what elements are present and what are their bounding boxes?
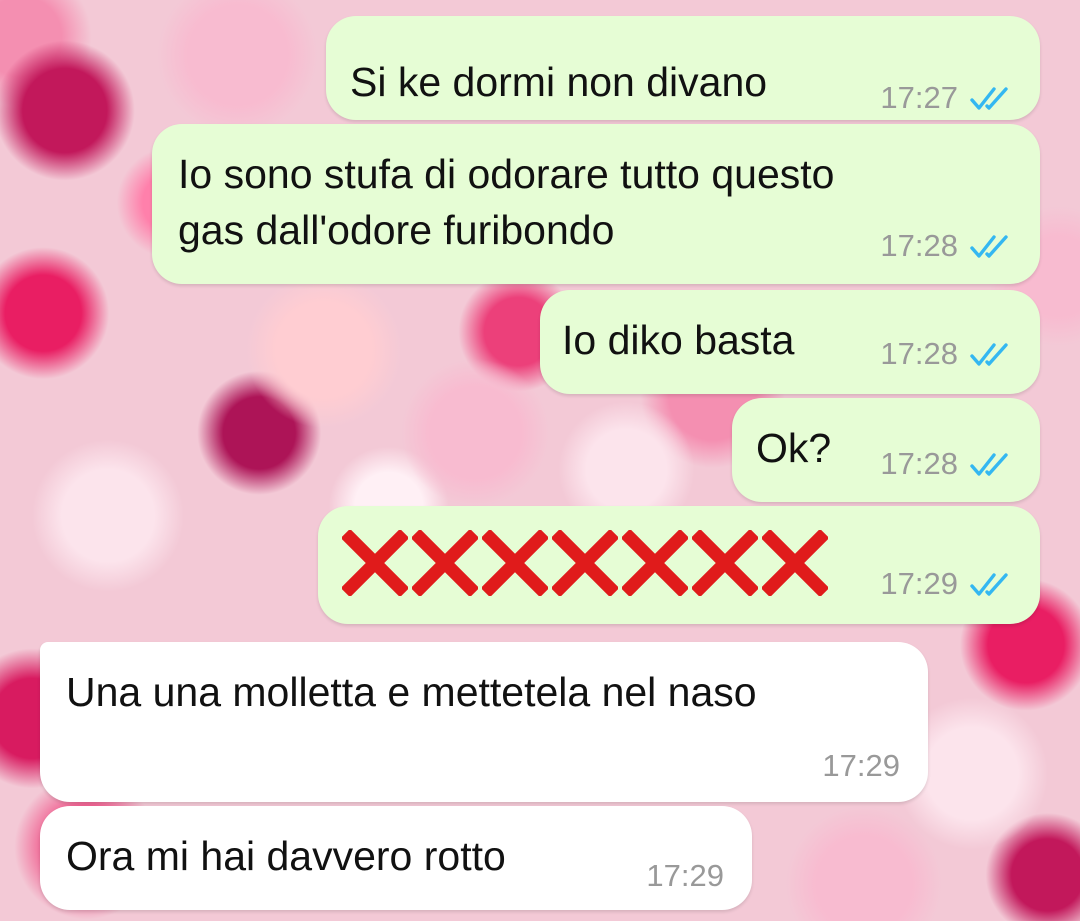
message-bubble[interactable]: Io diko basta 17:28: [540, 290, 1040, 394]
message-bubble[interactable]: Una una molletta e mettetela nel naso 17…: [40, 642, 928, 802]
message-time: 17:28: [880, 446, 958, 481]
message-text: Si ke dormi non divano: [350, 59, 768, 105]
red-x-icon: [552, 530, 618, 596]
message-time: 17:29: [880, 566, 958, 601]
red-x-icon: [692, 530, 758, 596]
message-text: Una una molletta e mettetela nel naso: [66, 669, 757, 715]
message-meta: 17:29: [646, 858, 724, 894]
message-meta: 17:29: [822, 748, 900, 784]
double-check-icon: [970, 235, 1008, 258]
double-check-icon: [970, 87, 1008, 110]
red-x-icon: [762, 530, 828, 596]
double-check-icon: [970, 573, 1008, 596]
red-x-icon: [622, 530, 688, 596]
message-meta: 17:28: [880, 336, 1014, 372]
message-bubble[interactable]: Ora mi hai davvero rotto 17:29: [40, 806, 752, 910]
message-bubble[interactable]: Io sono stufa di odorare tutto questo ga…: [152, 124, 1040, 284]
message-bubble[interactable]: ❌❌❌❌❌❌❌ 17:29: [318, 506, 1040, 624]
message-emoji-text: ❌❌❌❌❌❌❌: [318, 506, 319, 507]
message-time: 17:29: [646, 858, 724, 893]
message-bubble[interactable]: Si ke dormi non divano 17:27: [326, 16, 1040, 120]
red-x-icon: [412, 530, 478, 596]
red-x-icon: [342, 530, 408, 596]
x-emoji-row: [342, 530, 828, 596]
message-meta: 17:27: [880, 80, 1014, 116]
message-time: 17:27: [880, 80, 958, 115]
message-meta: 17:29: [880, 566, 1014, 602]
double-check-icon: [970, 343, 1008, 366]
message-text: Io diko basta: [562, 317, 795, 363]
message-time: 17:28: [880, 228, 958, 263]
message-text: Io sono stufa di odorare tutto questo ga…: [178, 151, 835, 253]
message-text: Ok?: [756, 425, 832, 471]
message-time: 17:29: [822, 748, 900, 783]
message-bubble[interactable]: Ok? 17:28: [732, 398, 1040, 502]
message-meta: 17:28: [880, 228, 1014, 264]
message-meta: 17:28: [880, 446, 1014, 482]
message-time: 17:28: [880, 336, 958, 371]
message-text: Ora mi hai davvero rotto: [66, 833, 506, 879]
double-check-icon: [970, 453, 1008, 476]
red-x-icon: [482, 530, 548, 596]
